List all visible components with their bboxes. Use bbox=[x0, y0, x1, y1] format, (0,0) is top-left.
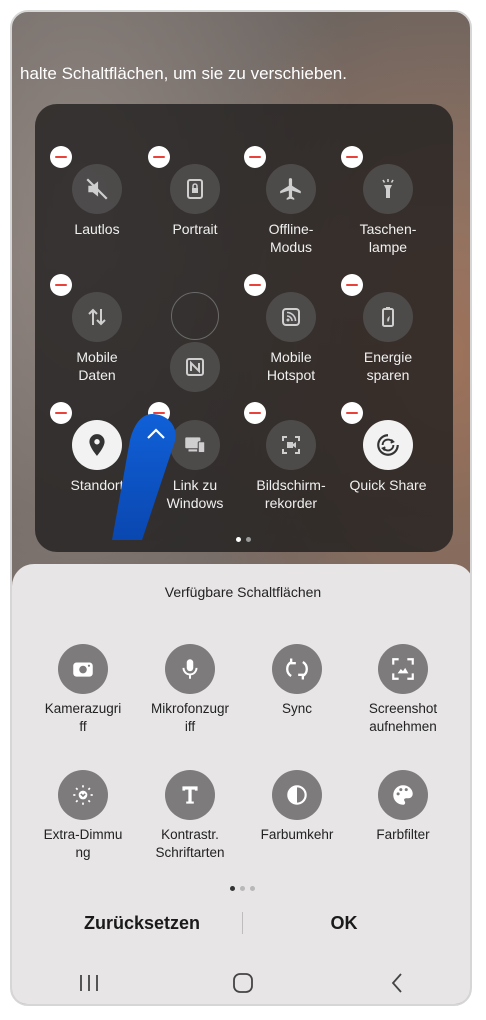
mute-icon bbox=[86, 178, 108, 200]
sync-tile-circle bbox=[272, 644, 322, 694]
quick-share-tile-circle bbox=[341, 402, 413, 470]
portrait-tile-circle bbox=[148, 146, 220, 214]
tile-energie-sparen[interactable]: Energie sparen bbox=[328, 274, 448, 384]
battery-saver-icon bbox=[382, 307, 394, 327]
page-indicator bbox=[236, 537, 251, 542]
screen-recorder-tile-circle bbox=[244, 402, 316, 470]
screen-recorder-icon bbox=[282, 436, 300, 454]
mobile-data-icon bbox=[88, 308, 106, 326]
available-mikrofonzugriff[interactable]: Mikrofonzugr iff bbox=[135, 644, 245, 736]
sheet-title: Verfügbare Schaltflächen bbox=[164, 584, 322, 600]
extra-dim-icon bbox=[73, 785, 93, 805]
available-label: Sync bbox=[281, 701, 312, 716]
reset-button[interactable]: Zurücksetzen bbox=[62, 913, 222, 934]
page-dot bbox=[240, 886, 245, 891]
available-screenshot[interactable]: Screenshot aufnehmen bbox=[348, 644, 458, 736]
color-filter-tile-circle bbox=[378, 770, 428, 820]
page-dot bbox=[246, 537, 251, 542]
nfc-icon bbox=[186, 358, 204, 376]
empty-slot bbox=[171, 292, 219, 340]
microphone-icon bbox=[182, 659, 198, 679]
airplane-tile-circle bbox=[244, 146, 316, 214]
tile-label: Offline-Modus bbox=[268, 221, 314, 255]
airplane-icon bbox=[280, 178, 301, 200]
sheet-page-indicator bbox=[230, 886, 255, 891]
remove-icon[interactable] bbox=[50, 146, 72, 168]
recent-apps-icon bbox=[80, 974, 98, 991]
tile-quick-share[interactable]: Quick Share bbox=[328, 402, 448, 494]
quick-share-icon bbox=[377, 434, 399, 456]
tile-label: Taschen-lampe bbox=[359, 221, 417, 255]
available-kontrast-schriftarten[interactable]: Kontrastr. Schriftarten bbox=[135, 770, 245, 862]
tile-label: Mobile Hotspot bbox=[266, 349, 316, 383]
back-icon bbox=[391, 972, 402, 993]
page-dot bbox=[250, 886, 255, 891]
available-extra-dimmung[interactable]: Extra-Dimmu ng bbox=[28, 770, 138, 862]
tile-label: Mobile Daten bbox=[76, 349, 118, 383]
remove-icon[interactable] bbox=[148, 146, 170, 168]
flashlight-tile-circle bbox=[341, 146, 413, 214]
remove-icon[interactable] bbox=[341, 274, 363, 296]
tile-label: Quick Share bbox=[349, 477, 427, 493]
available-label: Screenshot aufnehmen bbox=[368, 701, 438, 734]
hotspot-icon bbox=[282, 308, 300, 326]
remove-icon[interactable] bbox=[244, 402, 266, 424]
instruction-text: halte Schaltflächen, um sie zu verschieb… bbox=[20, 64, 347, 83]
quick-panel-editor: Lautlos Portrait Offline-Modus Taschen-l… bbox=[35, 104, 453, 552]
available-label: Kontrastr. Schriftarten bbox=[155, 827, 225, 860]
remove-icon[interactable] bbox=[244, 146, 266, 168]
available-label: Farbfilter bbox=[376, 827, 430, 842]
available-sync[interactable]: Sync bbox=[242, 644, 352, 718]
tile-label: Bildschirm-rekorder bbox=[256, 477, 326, 511]
button-divider bbox=[242, 912, 243, 934]
remove-icon[interactable] bbox=[244, 274, 266, 296]
drag-finger-illustration bbox=[112, 414, 176, 540]
microphone-tile-circle bbox=[165, 644, 215, 694]
link-to-windows-icon bbox=[185, 437, 206, 454]
page-dot-active bbox=[236, 537, 241, 542]
color-invert-icon bbox=[287, 785, 307, 805]
remove-icon[interactable] bbox=[50, 274, 72, 296]
battery-tile-circle bbox=[341, 274, 413, 342]
contrast-font-icon bbox=[182, 786, 198, 804]
home-button[interactable] bbox=[223, 968, 263, 998]
camera-access-icon bbox=[73, 662, 93, 677]
recent-apps-button[interactable] bbox=[69, 968, 109, 998]
available-label: Farbumkehr bbox=[260, 827, 334, 842]
available-label: Mikrofonzugr iff bbox=[150, 701, 230, 734]
navigation-bar bbox=[12, 957, 470, 1004]
screenshot-icon bbox=[392, 658, 414, 680]
remove-icon[interactable] bbox=[341, 402, 363, 424]
contrast-font-tile-circle bbox=[165, 770, 215, 820]
back-button[interactable] bbox=[377, 968, 417, 998]
available-buttons-sheet: Verfügbare Schaltflächen Kamerazugri ff … bbox=[12, 564, 470, 1004]
portrait-lock-icon bbox=[187, 179, 203, 199]
tile-label: Energie sparen bbox=[363, 349, 413, 383]
available-farbfilter[interactable]: Farbfilter bbox=[348, 770, 458, 844]
mute-tile-circle bbox=[50, 146, 122, 214]
mobile-data-tile-circle bbox=[50, 274, 122, 342]
phone-screen: halte Schaltflächen, um sie zu verschieb… bbox=[10, 10, 472, 1006]
camera-access-tile-circle bbox=[58, 644, 108, 694]
page-dot-active bbox=[230, 886, 235, 891]
available-label: Kamerazugri ff bbox=[44, 701, 122, 734]
tile-taschenlampe[interactable]: Taschen-lampe bbox=[328, 146, 448, 256]
remove-icon[interactable] bbox=[341, 146, 363, 168]
screenshot-tile-circle bbox=[378, 644, 428, 694]
available-label: Extra-Dimmu ng bbox=[43, 827, 123, 860]
color-filter-icon bbox=[393, 785, 413, 805]
extra-dim-tile-circle bbox=[58, 770, 108, 820]
available-farbumkehr[interactable]: Farbumkehr bbox=[242, 770, 352, 844]
flashlight-icon bbox=[382, 179, 394, 198]
nfc-tile-circle bbox=[170, 342, 220, 392]
remove-icon[interactable] bbox=[50, 402, 72, 424]
home-icon bbox=[233, 972, 253, 993]
color-invert-tile-circle bbox=[272, 770, 322, 820]
available-kamerazugriff[interactable]: Kamerazugri ff bbox=[28, 644, 138, 736]
location-icon bbox=[89, 434, 105, 456]
hotspot-tile-circle bbox=[244, 274, 316, 342]
sync-icon bbox=[286, 658, 308, 680]
ok-button[interactable]: OK bbox=[274, 913, 414, 934]
